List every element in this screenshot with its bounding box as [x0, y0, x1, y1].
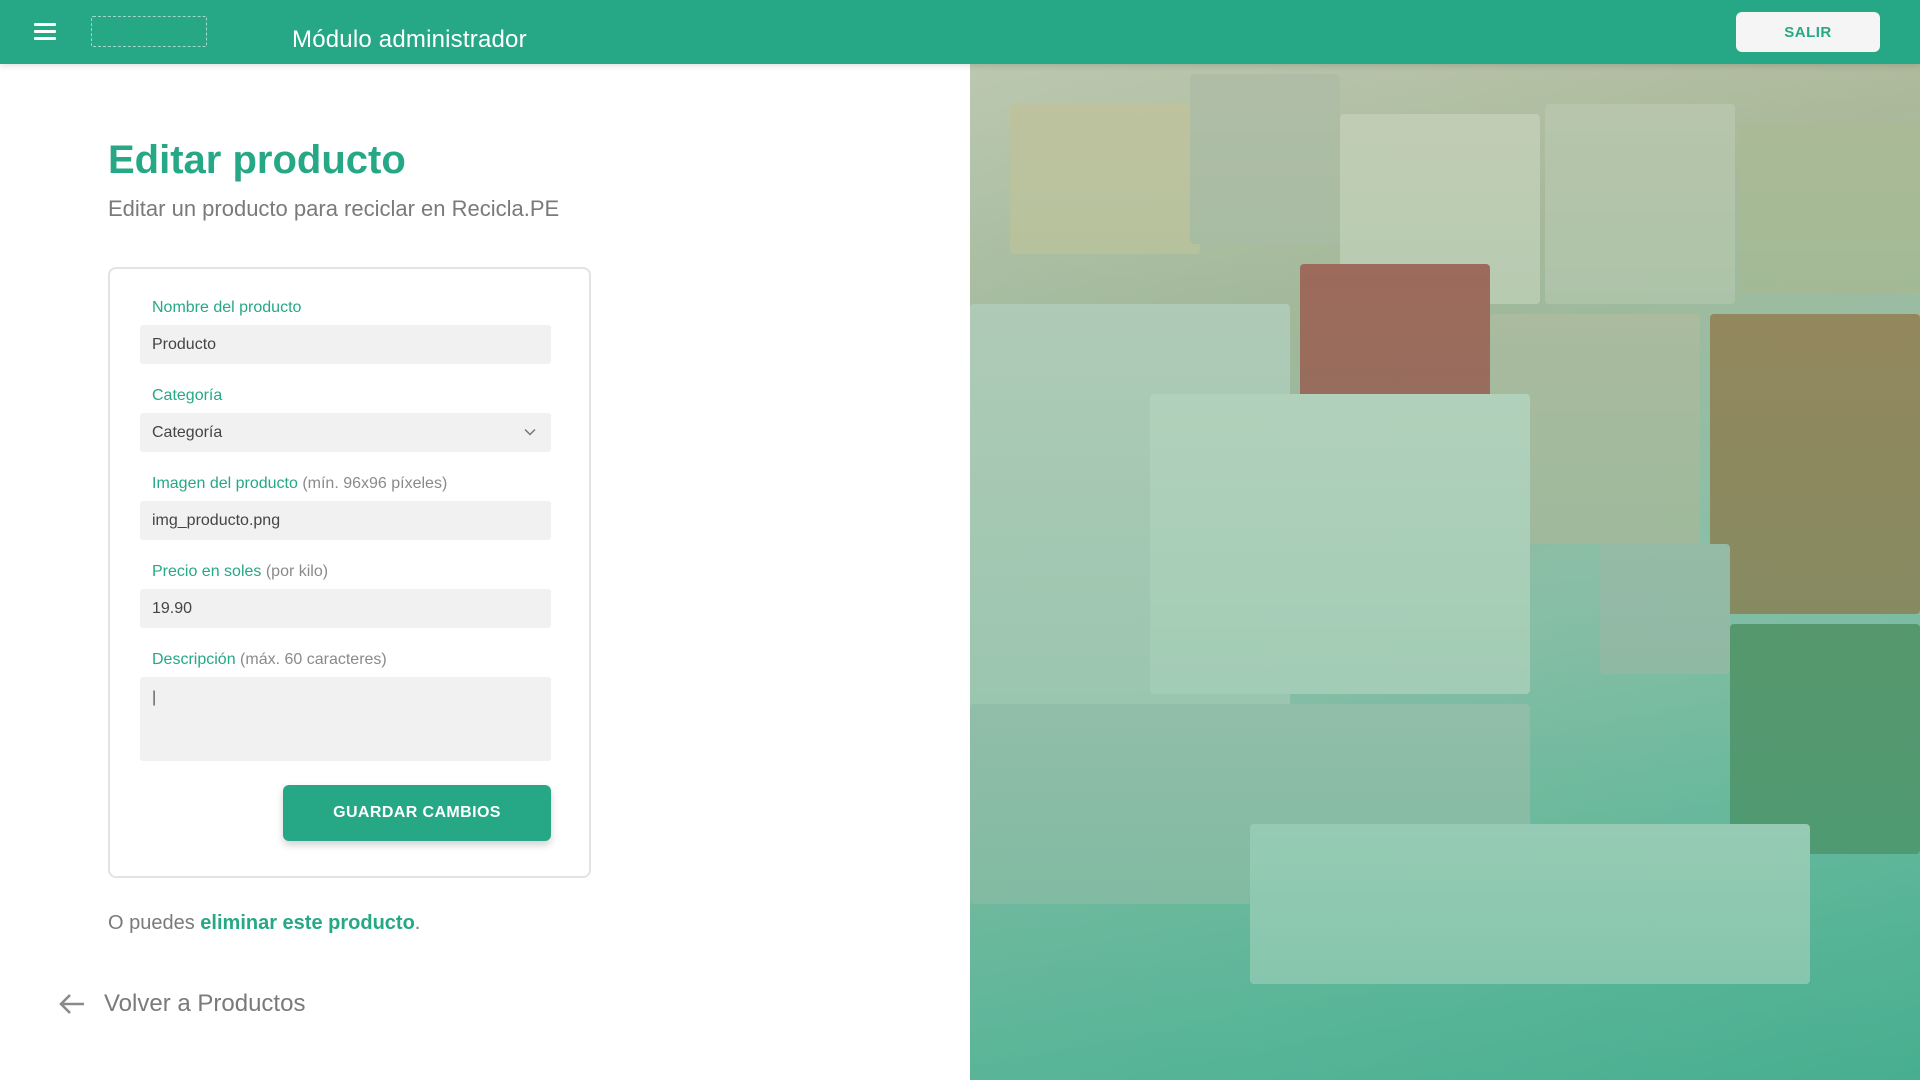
page-subtitle: Editar un producto para reciclar en Reci…	[108, 196, 560, 221]
save-changes-button[interactable]: GUARDAR CAMBIOS	[283, 785, 551, 841]
top-bar: Módulo administrador SALIR	[0, 0, 1920, 64]
price-hint: (por kilo)	[265, 563, 329, 580]
category-label: Categoría	[152, 387, 223, 404]
description-label: Descripción (máx. 60 caracteres)	[152, 651, 387, 668]
delete-product-link[interactable]: eliminar este producto	[200, 912, 415, 934]
product-name-label: Nombre del producto	[152, 299, 302, 316]
menu-button[interactable]	[30, 18, 62, 46]
price-input[interactable]: 19.90	[140, 589, 551, 628]
image-label: Imagen del producto (mín. 96x96 píxeles)	[152, 475, 448, 492]
category-select[interactable]: Categoría	[140, 413, 551, 452]
back-to-products-link[interactable]: Volver a Productos	[58, 990, 305, 1018]
background-photo	[970, 64, 1920, 1080]
description-textarea[interactable]: |	[140, 677, 551, 761]
logo-placeholder	[91, 16, 207, 47]
exit-button[interactable]: SALIR	[1736, 12, 1880, 52]
delete-prompt: O puedes eliminar este producto.	[108, 912, 421, 934]
arrow-left-icon	[59, 994, 84, 1014]
page-title: Editar producto	[108, 138, 406, 182]
chevron-down-icon	[524, 428, 536, 436]
price-label: Precio en soles (por kilo)	[152, 563, 329, 580]
product-name-input[interactable]: Producto	[140, 325, 551, 364]
image-input[interactable]: img_producto.png	[140, 501, 551, 540]
module-title: Módulo administrador	[292, 26, 527, 53]
image-hint: (mín. 96x96 píxeles)	[302, 475, 448, 492]
description-hint: (máx. 60 caracteres)	[240, 651, 387, 668]
menu-icon	[34, 23, 56, 26]
